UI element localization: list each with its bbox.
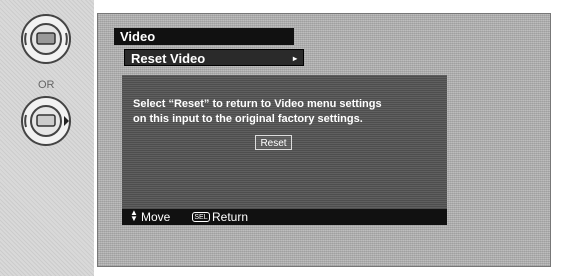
dialog-message-line2: on this input to the original factory se… [133,113,363,125]
menu-item-reset-video[interactable]: Reset Video ▸ [124,49,304,66]
remote-hint-panel: OR [0,0,94,276]
menu-item-label: Reset Video [131,51,206,66]
select-button-icon [21,14,71,64]
dialog-message-line1: Select “Reset” to return to Video menu s… [133,98,382,110]
dialog-message: Select “Reset” to return to Video menu s… [133,97,443,127]
chevron-right-icon: ▸ [292,54,297,63]
move-label: Move [141,210,171,224]
or-label: OR [38,79,55,91]
return-label: Return [212,210,249,224]
sel-key-icon: SEL [192,212,210,222]
up-down-arrow-icon: ▲ ▼ [130,208,138,223]
right-arrow-button-icon [21,96,71,146]
menu-title: Video [114,28,294,45]
status-bar: ▲ ▼ Move SEL Return [122,209,447,225]
reset-button[interactable]: Reset [255,135,292,150]
